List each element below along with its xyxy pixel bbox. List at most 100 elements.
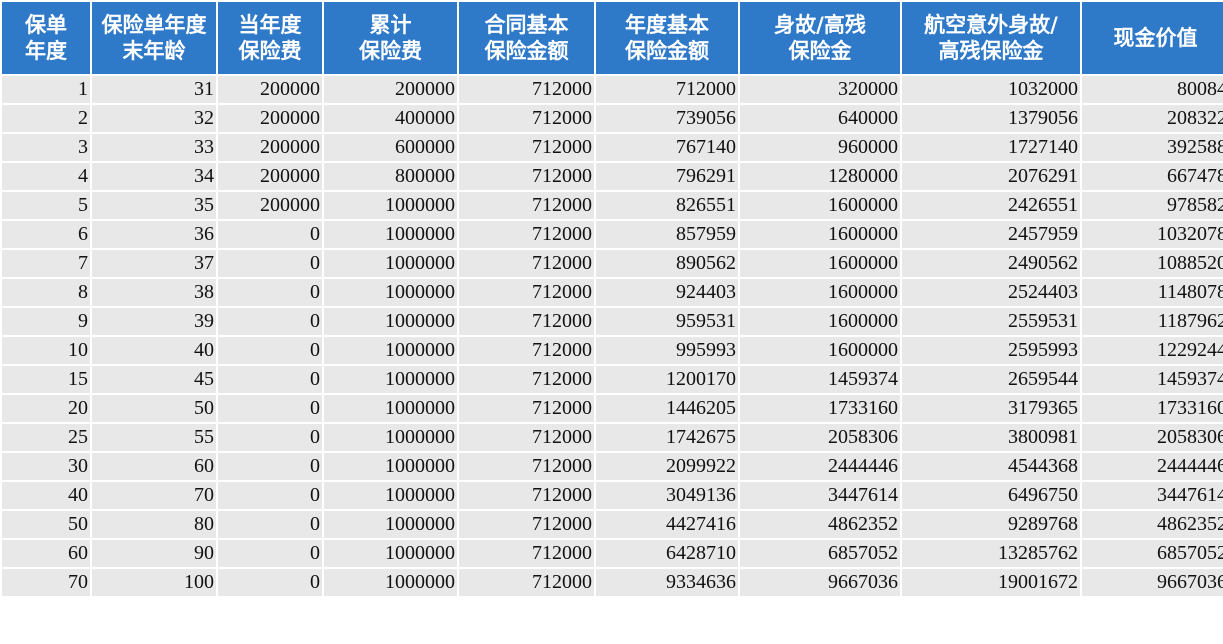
table-cell: 960000	[740, 134, 900, 161]
table-cell: 70	[2, 569, 90, 596]
table-cell: 959531	[596, 308, 738, 335]
table-header-row: 保单 年度 保险单年度 末年龄 当年度 保险费 累计 保险费 合同基本 保险金额 年度基本 保险金额身…	[2, 2, 1223, 74]
table-cell: 1280000	[740, 163, 900, 190]
table-cell: 1000000	[324, 221, 457, 248]
table-cell: 7	[2, 250, 90, 277]
table-cell: 712000	[459, 279, 594, 306]
table-cell: 1727140	[902, 134, 1080, 161]
table-cell: 1000000	[324, 540, 457, 567]
table-cell: 6857052	[740, 540, 900, 567]
table-cell: 400000	[324, 105, 457, 132]
table-row: 6 36 0 1000000 712000 857959 1600000 2457959 103…	[2, 221, 1223, 248]
table-cell: 200000	[218, 163, 322, 190]
table-cell: 9	[2, 308, 90, 335]
table-cell: 800000	[324, 163, 457, 190]
table-cell: 1000000	[324, 482, 457, 509]
table-cell: 712000	[459, 366, 594, 393]
table-cell: 34	[92, 163, 216, 190]
table-cell: 1600000	[740, 192, 900, 219]
header-text-line: 高残保险金	[938, 39, 1044, 63]
table-cell: 3049136	[596, 482, 738, 509]
table-cell: 712000	[459, 221, 594, 248]
table-cell: 712000	[459, 453, 594, 480]
table-cell: 55	[92, 424, 216, 451]
header-text-line: 身故/高残	[774, 13, 866, 37]
table-cell: 320000	[740, 76, 900, 103]
table-cell: 712000	[459, 105, 594, 132]
table-cell: 9667036	[1082, 569, 1223, 596]
table-cell: 0	[218, 279, 322, 306]
policy-benefit-table: 保单 年度 保险单年度 末年龄 当年度 保险费 累计 保险费 合同基本 保险金额 年度基本 保险金额身…	[0, 0, 1223, 598]
table-cell: 712000	[459, 192, 594, 219]
table-cell: 712000	[459, 482, 594, 509]
table-row: 7 37 0 1000000 712000 890562 1600000 2490562 108…	[2, 250, 1223, 277]
table-cell: 2524403	[902, 279, 1080, 306]
table-cell: 0	[218, 308, 322, 335]
table-cell: 1032078	[1082, 221, 1223, 248]
table-cell: 4862352	[740, 511, 900, 538]
header-annual-premium: 当年度 保险费	[218, 2, 322, 74]
header-basic-sum-assured: 合同基本 保险金额	[459, 2, 594, 74]
table-cell: 712000	[596, 76, 738, 103]
table-cell: 1000000	[324, 308, 457, 335]
header-text-line: 现金价值	[1113, 26, 1198, 50]
header-text-line: 航空意外身故/	[924, 13, 1058, 37]
table-cell: 1459374	[1082, 366, 1223, 393]
table-cell: 200000	[218, 105, 322, 132]
table-cell: 90	[92, 540, 216, 567]
table-cell: 2099922	[596, 453, 738, 480]
table-cell: 6428710	[596, 540, 738, 567]
table-cell: 70	[92, 482, 216, 509]
table-cell: 995993	[596, 337, 738, 364]
table-cell: 667478	[1082, 163, 1223, 190]
header-text-line: 保险金额	[484, 39, 569, 63]
table-cell: 208322	[1082, 105, 1223, 132]
table-cell: 6496750	[902, 482, 1080, 509]
table-cell: 39	[92, 308, 216, 335]
table-cell: 60	[92, 453, 216, 480]
table-cell: 31	[92, 76, 216, 103]
table-cell: 4862352	[1082, 511, 1223, 538]
table-cell: 2595993	[902, 337, 1080, 364]
table-row: 20 50 0 1000000 712000 1446205 1733160 3179365 1…	[2, 395, 1223, 422]
table-cell: 4	[2, 163, 90, 190]
header-text-line: 年度	[25, 39, 67, 63]
table-cell: 978582	[1082, 192, 1223, 219]
table-cell: 100	[92, 569, 216, 596]
table-cell: 1000000	[324, 569, 457, 596]
policy-benefit-table-container: 保单 年度 保险单年度 末年龄 当年度 保险费 累计 保险费 合同基本 保险金额 年度基本 保险金额身…	[0, 0, 1223, 644]
table-cell: 1600000	[740, 279, 900, 306]
table-cell: 0	[218, 540, 322, 567]
table-row: 50 80 0 1000000 712000 4427416 4862352 9289768 4…	[2, 511, 1223, 538]
header-text-line: 累计	[369, 13, 412, 37]
table-cell: 33	[92, 134, 216, 161]
table-cell: 0	[218, 453, 322, 480]
table-cell: 2559531	[902, 308, 1080, 335]
table-cell: 1148078	[1082, 279, 1223, 306]
table-cell: 0	[218, 250, 322, 277]
table-cell: 9289768	[902, 511, 1080, 538]
header-text-line: 合同基本	[484, 13, 569, 37]
table-cell: 1379056	[902, 105, 1080, 132]
header-text-line: 保险费	[359, 39, 422, 63]
table-cell: 19001672	[902, 569, 1080, 596]
table-cell: 3447614	[1082, 482, 1223, 509]
table-cell: 3447614	[740, 482, 900, 509]
table-cell: 2	[2, 105, 90, 132]
table-cell: 15	[2, 366, 90, 393]
table-cell: 1733160	[740, 395, 900, 422]
table-cell: 1742675	[596, 424, 738, 451]
table-cell: 712000	[459, 308, 594, 335]
table-cell: 1600000	[740, 221, 900, 248]
table-cell: 924403	[596, 279, 738, 306]
table-cell: 1000000	[324, 453, 457, 480]
header-text-line: 保险单年度	[101, 13, 207, 37]
table-cell: 0	[218, 221, 322, 248]
table-body: 1 31 200000 200000 712000 712000 320000 1032000…	[2, 76, 1223, 596]
table-cell: 50	[2, 511, 90, 538]
table-row: 9 39 0 1000000 712000 959531 1600000 2559531 118…	[2, 308, 1223, 335]
table-cell: 80084	[1082, 76, 1223, 103]
table-row: 70 100 0 1000000 712000 9334636 9667036 1900167…	[2, 569, 1223, 596]
header-text-line: 保险金	[788, 39, 852, 63]
table-cell: 640000	[740, 105, 900, 132]
